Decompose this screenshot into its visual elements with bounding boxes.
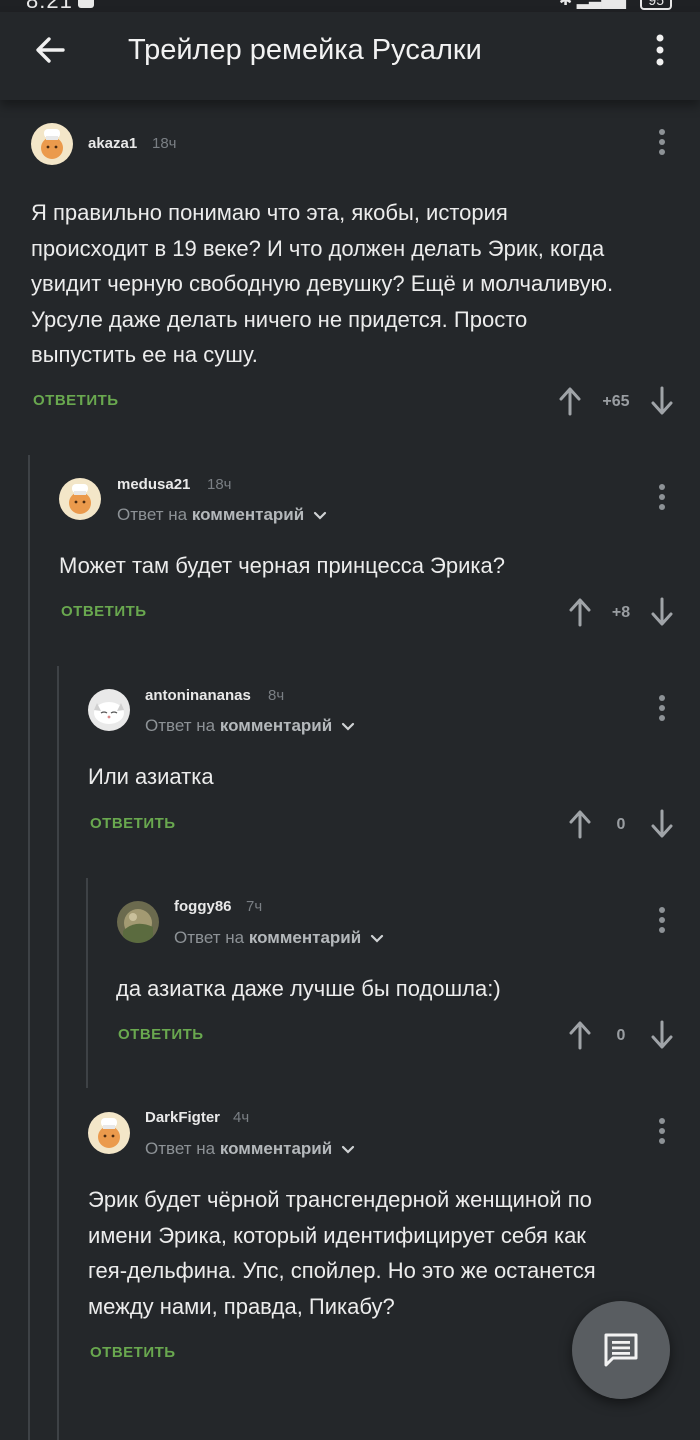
arrow-up-icon <box>559 387 581 416</box>
comment-time: 18ч <box>207 476 232 493</box>
reply-to-link[interactable]: Ответ на комментарий <box>117 505 327 525</box>
more-vertical-icon <box>659 1118 665 1144</box>
chevron-down-icon <box>370 934 384 943</box>
upvote-button[interactable] <box>568 597 592 627</box>
arrow-down-icon <box>651 1020 673 1049</box>
downvote-button[interactable] <box>650 1020 674 1050</box>
username[interactable]: akaza1 <box>88 135 137 152</box>
more-vertical-icon <box>659 695 665 721</box>
arrow-up-icon <box>569 810 591 839</box>
downvote-button[interactable] <box>650 597 674 627</box>
bluetooth-icon: ✱ <box>558 0 573 9</box>
reply-to-link[interactable]: Ответ на комментарий <box>145 1139 355 1159</box>
username[interactable]: antoninananas <box>145 687 251 704</box>
comment-menu-button[interactable] <box>656 483 668 511</box>
reply-button[interactable]: ОТВЕТИТЬ <box>33 392 119 409</box>
reply-to-link[interactable]: Ответ на комментарий <box>145 716 355 736</box>
comment-score: 0 <box>616 1027 626 1044</box>
reply-button[interactable]: ОТВЕТИТЬ <box>90 815 176 832</box>
more-vertical-icon <box>656 34 664 66</box>
chef-cat-avatar-icon <box>59 478 101 520</box>
more-vertical-icon <box>659 129 665 155</box>
arrow-up-icon <box>569 1021 591 1050</box>
chevron-down-icon <box>341 1145 355 1154</box>
status-bar: 8:21 ✱ ▂▃▅▇ 95 <box>0 0 700 12</box>
battery-indicator: 95 <box>640 0 672 10</box>
arrow-down-icon <box>651 809 673 838</box>
avatar[interactable] <box>88 1112 130 1154</box>
comment-score: +8 <box>611 604 631 621</box>
more-vertical-icon <box>659 484 665 510</box>
thread-line <box>86 878 88 1088</box>
chevron-down-icon <box>313 511 327 520</box>
comment-menu-button[interactable] <box>656 128 668 156</box>
app-bar: Трейлер ремейка Русалки <box>0 12 700 100</box>
back-button[interactable] <box>32 32 68 68</box>
avatar[interactable] <box>117 901 159 943</box>
chef-cat-avatar-icon <box>31 123 73 165</box>
page-title: Трейлер ремейка Русалки <box>128 34 482 66</box>
signal-icon: ▂▃▅▇ <box>576 0 626 9</box>
photo-avatar-icon <box>117 901 159 943</box>
arrow-down-icon <box>651 597 673 626</box>
status-indicators: ✱ ▂▃▅▇ 95 <box>559 0 672 10</box>
arrow-up-icon <box>569 598 591 627</box>
comment-score: +65 <box>602 393 630 410</box>
avatar[interactable] <box>59 478 101 520</box>
comment-text: да азиатка даже лучше бы подошла:) <box>116 976 501 1001</box>
reply-button[interactable]: ОТВЕТИТЬ <box>90 1344 176 1361</box>
arrow-down-icon <box>651 386 673 415</box>
comment-time: 7ч <box>246 898 263 915</box>
comment-text: Эрик будет чёрной трансгендерной женщино… <box>88 1187 596 1319</box>
comment-time: 4ч <box>233 1109 250 1126</box>
write-comment-button[interactable] <box>572 1301 670 1399</box>
avatar[interactable] <box>88 689 130 731</box>
reply-button[interactable]: ОТВЕТИТЬ <box>118 1026 204 1043</box>
comment-score: 0 <box>616 816 626 833</box>
comment-text: Я правильно понимаю что эта, якобы, исто… <box>31 200 614 367</box>
thread-line <box>57 666 59 1440</box>
upvote-button[interactable] <box>568 809 592 839</box>
arrow-left-icon <box>36 37 65 63</box>
downvote-button[interactable] <box>650 809 674 839</box>
avatar[interactable] <box>31 123 73 165</box>
status-time: 8:21 <box>26 0 73 12</box>
more-options-button[interactable] <box>650 32 670 68</box>
more-vertical-icon <box>659 907 665 933</box>
notification-icon <box>78 0 94 8</box>
downvote-button[interactable] <box>650 386 674 416</box>
comment-menu-button[interactable] <box>656 694 668 722</box>
comment-text: Может там будет черная принцесса Эрика? <box>59 553 505 578</box>
username[interactable]: DarkFigter <box>145 1109 220 1126</box>
comment-menu-button[interactable] <box>656 906 668 934</box>
thread-line <box>28 455 30 1440</box>
username[interactable]: foggy86 <box>174 898 232 915</box>
upvote-button[interactable] <box>568 1020 592 1050</box>
chef-cat-avatar-icon <box>88 1112 130 1154</box>
comment-icon <box>604 1333 638 1367</box>
comment-text: Или азиатка <box>88 764 214 789</box>
upvote-button[interactable] <box>558 386 582 416</box>
comment-menu-button[interactable] <box>656 1117 668 1145</box>
username[interactable]: medusa21 <box>117 476 190 493</box>
reply-button[interactable]: ОТВЕТИТЬ <box>61 603 147 620</box>
comment-time: 8ч <box>268 687 285 704</box>
comment-time: 18ч <box>152 135 177 152</box>
white-cat-avatar-icon <box>88 689 130 731</box>
reply-to-link[interactable]: Ответ на комментарий <box>174 928 384 948</box>
chevron-down-icon <box>341 722 355 731</box>
